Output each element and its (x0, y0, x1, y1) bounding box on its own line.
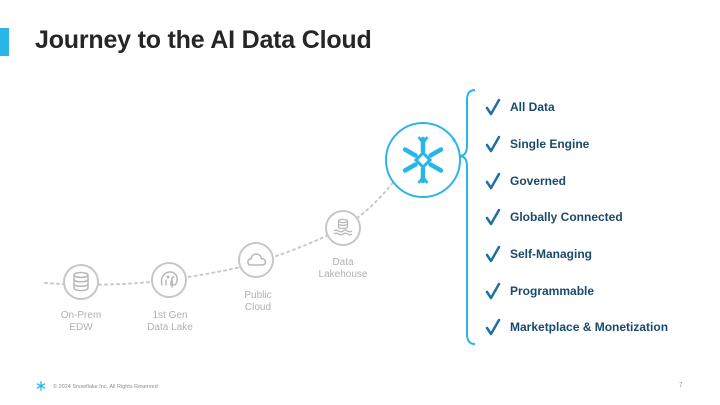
feature-label: Programmable (510, 284, 595, 298)
footer-copyright: © 2024 Snowflake Inc. All Rights Reserve… (53, 384, 158, 390)
feature-item: Self-Managing (485, 243, 705, 265)
elephant-icon (151, 262, 187, 298)
snowflake-logo-icon: ® (385, 122, 461, 198)
journey-label-lakehouse: Data Lakehouse (318, 257, 368, 280)
journey-label-onprem: On-Prem EDW (60, 310, 102, 333)
cloud-icon (238, 242, 274, 278)
database-icon (63, 264, 99, 300)
feature-brace (458, 89, 476, 345)
checkmark-icon (485, 245, 501, 263)
journey-curve (44, 161, 409, 286)
feature-label: Marketplace & Monetization (510, 320, 669, 334)
feature-item: All Data (485, 96, 705, 118)
checkmark-icon (485, 135, 501, 153)
feature-label: All Data (510, 100, 555, 114)
feature-item: Governed (485, 170, 705, 192)
journey-label-datalake: 1st Gen Data Lake (147, 310, 193, 333)
feature-item: Marketplace & Monetization (485, 316, 705, 338)
snowflake-footer-icon (36, 381, 46, 391)
page-number: 7 (679, 383, 683, 389)
checkmark-icon (485, 208, 501, 226)
feature-item: Programmable (485, 280, 705, 302)
feature-label: Globally Connected (510, 210, 623, 224)
feature-item: Globally Connected (485, 206, 705, 228)
feature-item: Single Engine (485, 133, 705, 155)
checkmark-icon (485, 318, 501, 336)
lakehouse-icon (325, 210, 361, 246)
feature-label: Self-Managing (510, 247, 593, 261)
journey-label-publiccloud: Public Cloud (244, 290, 272, 313)
feature-label: Single Engine (510, 137, 590, 151)
feature-label: Governed (510, 174, 567, 188)
checkmark-icon (485, 282, 501, 300)
checkmark-icon (485, 172, 501, 190)
checkmark-icon (485, 98, 501, 116)
